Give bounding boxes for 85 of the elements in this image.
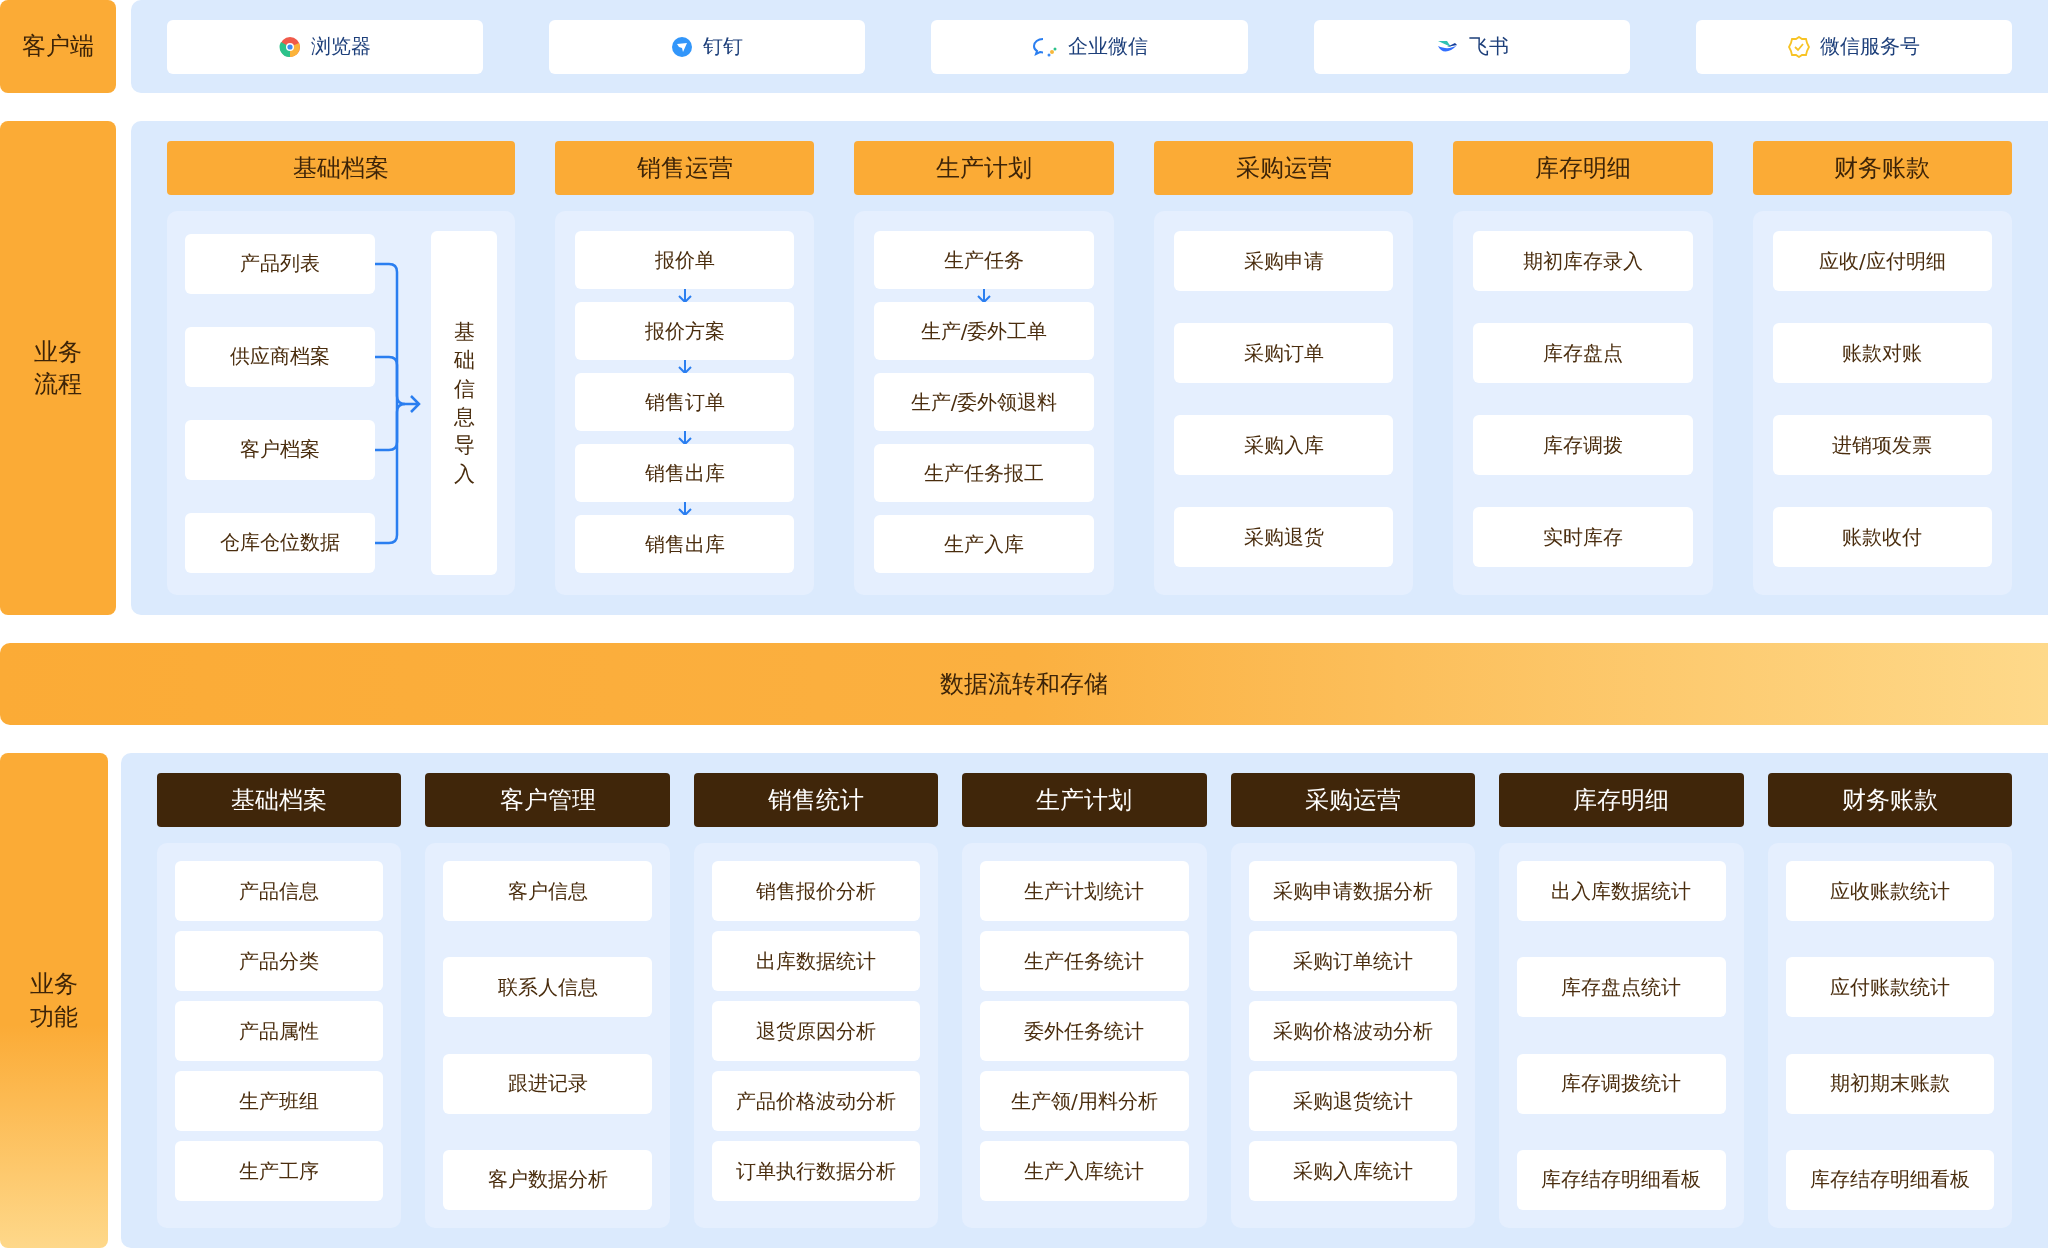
function-item: 库存结存明细看板 — [1517, 1150, 1726, 1210]
function-item: 采购价格波动分析 — [1248, 1001, 1458, 1061]
column-header: 生产计划 — [854, 141, 1114, 195]
function-item: 产品分类 — [175, 931, 384, 991]
column-header: 库存明细 — [1453, 141, 1713, 195]
import-box: 基础信息导入 — [431, 231, 497, 575]
process-item: 账款对账 — [1772, 323, 1993, 383]
function-item: 期初期末账款 — [1785, 1053, 1994, 1114]
function-item: 生产领/用料分析 — [980, 1071, 1189, 1131]
badge-check-icon — [1787, 35, 1810, 58]
column-header: 财务账款 — [1767, 773, 2012, 827]
function-item: 应收账款统计 — [1785, 861, 1994, 921]
client-app-button[interactable]: 企业微信 — [931, 19, 1248, 74]
function-item: 生产班组 — [175, 1071, 384, 1131]
function-item: 出入库数据统计 — [1517, 861, 1726, 921]
client-app-button[interactable]: 微信服务号 — [1695, 19, 2012, 74]
process-item: 供应商档案 — [185, 326, 375, 387]
process-item: 报价方案 — [575, 302, 795, 360]
process-item: 报价单 — [575, 231, 795, 289]
process-item: 生产/委外工单 — [874, 302, 1094, 360]
function-item: 客户信息 — [443, 861, 652, 921]
function-item: 跟进记录 — [443, 1053, 652, 1114]
client-app-button[interactable]: 钉钉 — [549, 19, 866, 74]
process-item: 采购入库 — [1173, 415, 1394, 475]
function-item: 生产任务统计 — [980, 931, 1189, 991]
column-header: 基础档案 — [167, 141, 515, 195]
function-item: 应付账款统计 — [1785, 957, 1994, 1018]
column-header: 销售统计 — [693, 773, 939, 827]
column-header: 财务账款 — [1752, 141, 2013, 195]
process-item: 采购退货 — [1173, 507, 1394, 567]
function-item: 采购入库统计 — [1248, 1141, 1458, 1201]
data-flow-bar: 数据流转和存储 — [0, 643, 2048, 725]
paper-plane-icon — [671, 35, 694, 58]
process-item: 销售订单 — [575, 373, 795, 431]
function-item: 采购申请数据分析 — [1248, 861, 1458, 921]
process-item: 客户档案 — [185, 419, 375, 480]
process-item: 采购订单 — [1173, 323, 1394, 383]
function-item: 客户数据分析 — [443, 1150, 652, 1210]
process-item: 实时库存 — [1473, 507, 1693, 567]
function-item: 产品属性 — [175, 1001, 384, 1061]
process-item: 生产任务报工 — [874, 444, 1094, 502]
function-item: 出库数据统计 — [711, 931, 921, 991]
process-item: 期初库存录入 — [1473, 231, 1693, 291]
browser-icon — [279, 35, 302, 58]
column-header: 采购运营 — [1153, 141, 1414, 195]
process-item: 应收/应付明细 — [1772, 231, 1993, 291]
column-header: 客户管理 — [425, 773, 670, 827]
section-label: 业务功能 — [0, 753, 108, 1248]
process-item: 库存调拨 — [1473, 415, 1693, 475]
process-item: 库存盘点 — [1473, 323, 1693, 383]
function-item: 生产入库统计 — [980, 1141, 1189, 1201]
process-item: 进销项发票 — [1772, 415, 1993, 475]
column-header: 基础档案 — [157, 773, 402, 827]
function-item: 库存盘点统计 — [1517, 957, 1726, 1018]
chat-bubble-icon — [1031, 35, 1058, 58]
function-item: 库存调拨统计 — [1517, 1053, 1726, 1114]
process-item: 账款收付 — [1772, 507, 1993, 567]
process-item: 销售出库 — [575, 444, 795, 502]
column-header: 销售运营 — [555, 141, 815, 195]
function-item: 订单执行数据分析 — [711, 1141, 921, 1201]
process-item: 生产/委外领退料 — [874, 373, 1094, 431]
process-item: 产品列表 — [185, 233, 375, 294]
process-item: 仓库仓位数据 — [185, 512, 375, 573]
function-item: 委外任务统计 — [980, 1001, 1189, 1061]
process-item: 生产任务 — [874, 231, 1094, 289]
column-header: 采购运营 — [1230, 773, 1476, 827]
function-item: 生产计划统计 — [980, 861, 1189, 921]
function-item: 销售报价分析 — [711, 861, 921, 921]
function-item: 联系人信息 — [443, 957, 652, 1018]
process-item: 采购申请 — [1173, 231, 1394, 291]
column-header: 库存明细 — [1499, 773, 1744, 827]
client-app-button[interactable]: 飞书 — [1313, 19, 1630, 74]
process-item: 销售出库 — [575, 515, 795, 573]
function-item: 产品价格波动分析 — [711, 1071, 921, 1131]
column-header: 生产计划 — [962, 773, 1207, 827]
function-item: 生产工序 — [175, 1141, 384, 1201]
function-item: 采购订单统计 — [1248, 931, 1458, 991]
section-label: 业务流程 — [0, 121, 116, 615]
client-app-button[interactable]: 浏览器 — [167, 19, 484, 74]
section-label: 客户端 — [0, 0, 116, 93]
function-item: 产品信息 — [175, 861, 384, 921]
process-item: 生产入库 — [874, 515, 1094, 573]
function-item: 库存结存明细看板 — [1785, 1150, 1994, 1210]
function-item: 采购退货统计 — [1248, 1071, 1458, 1131]
function-item: 退货原因分析 — [711, 1001, 921, 1061]
